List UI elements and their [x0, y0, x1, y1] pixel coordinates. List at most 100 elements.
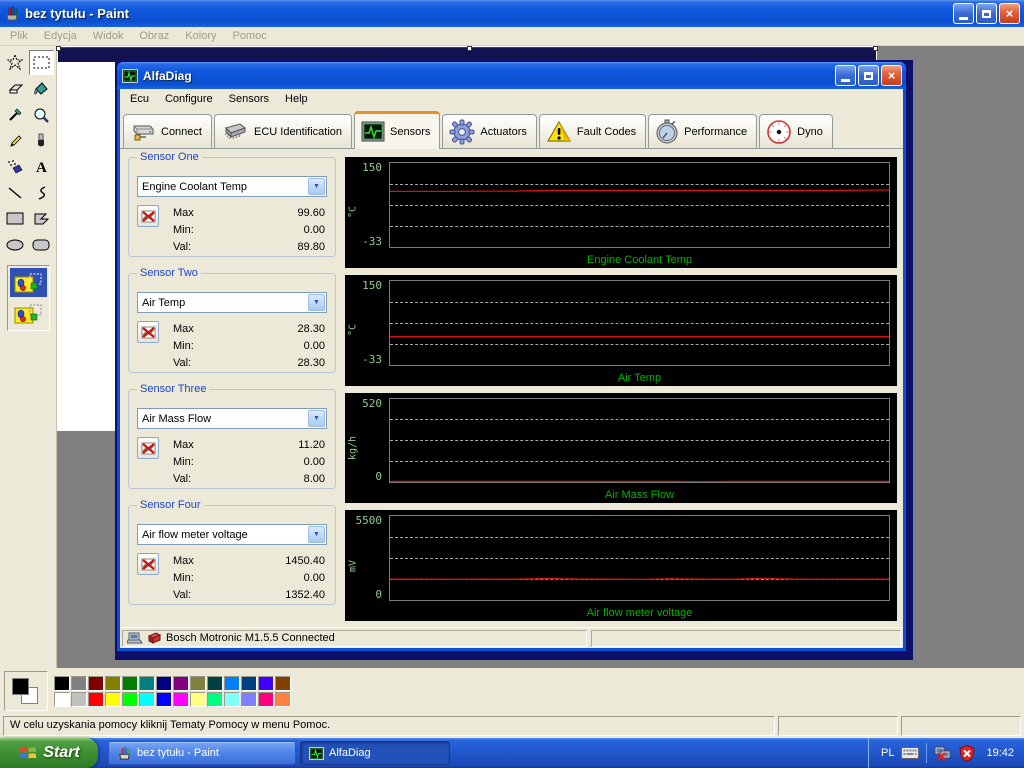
sensor-two-dropdown[interactable]: Air Temp ▼ [137, 292, 327, 313]
palette-swatch[interactable] [275, 692, 291, 707]
tool-airbrush[interactable] [3, 154, 28, 179]
tool-freeform-select[interactable] [3, 50, 28, 75]
palette-swatch[interactable] [275, 676, 291, 691]
tool-brush[interactable] [29, 128, 54, 153]
menu-pomoc[interactable]: Pomoc [224, 28, 274, 44]
tab-performance[interactable]: Performance [648, 114, 757, 148]
toggle-graph-button[interactable] [137, 205, 159, 227]
start-button[interactable]: Start [0, 738, 98, 768]
menu-widok[interactable]: Widok [85, 28, 132, 44]
toggle-graph-button[interactable] [137, 321, 159, 343]
tab-connect[interactable]: Connect [123, 114, 212, 148]
palette-swatch[interactable] [105, 676, 121, 691]
option-transparent-selection[interactable] [10, 299, 47, 328]
paint-minimize-button[interactable] [953, 3, 974, 24]
menu-plik[interactable]: Plik [2, 28, 36, 44]
taskbar-task-paint[interactable]: bez tytułu - Paint [108, 741, 296, 765]
option-opaque-selection[interactable] [10, 268, 47, 297]
start-label: Start [43, 744, 79, 762]
group-label: Sensor Two [137, 267, 201, 279]
toggle-graph-button[interactable] [137, 437, 159, 459]
palette-swatch[interactable] [156, 692, 172, 707]
palette-swatch[interactable] [224, 692, 240, 707]
menu-configure[interactable]: Configure [157, 90, 221, 108]
keyboard-icon[interactable] [901, 747, 919, 759]
tool-text[interactable]: A [29, 154, 54, 179]
tool-pencil[interactable] [3, 128, 28, 153]
palette-swatch[interactable] [173, 692, 189, 707]
tab-ecu-identification[interactable]: ECU Identification [214, 114, 352, 148]
language-indicator[interactable]: PL [881, 747, 894, 759]
sensor-one-dropdown[interactable]: Engine Coolant Temp ▼ [137, 176, 327, 197]
taskbar-task-alfadiag[interactable]: AlfaDiag [300, 741, 450, 765]
palette-swatch[interactable] [71, 676, 87, 691]
palette-swatch[interactable] [258, 692, 274, 707]
tool-magnifier[interactable] [29, 102, 54, 127]
tool-fill[interactable] [29, 76, 54, 101]
windows-logo-icon [18, 743, 38, 763]
menu-sensors[interactable]: Sensors [221, 90, 277, 108]
sensor-three-dropdown[interactable]: Air Mass Flow ▼ [137, 408, 327, 429]
chevron-down-icon[interactable]: ▼ [308, 410, 325, 427]
tool-curve[interactable] [29, 180, 54, 205]
menu-help[interactable]: Help [277, 90, 316, 108]
paint-close-button[interactable]: × [999, 3, 1020, 24]
selection-handle[interactable] [56, 46, 61, 51]
menu-edycja[interactable]: Edycja [36, 28, 85, 44]
tab-label: Sensors [390, 126, 430, 138]
tool-rounded-rectangle[interactable] [29, 232, 54, 257]
tool-line[interactable] [3, 180, 28, 205]
palette-swatch[interactable] [156, 676, 172, 691]
palette-swatch[interactable] [88, 692, 104, 707]
palette-swatch[interactable] [207, 676, 223, 691]
security-alert-icon[interactable] [959, 745, 975, 762]
min-label: Min: [173, 339, 194, 354]
palette-swatch[interactable] [241, 692, 257, 707]
alfadiag-minimize-button[interactable] [835, 65, 856, 86]
alfadiag-maximize-button[interactable] [858, 65, 879, 86]
sensor-four-dropdown[interactable]: Air flow meter voltage ▼ [137, 524, 327, 545]
chevron-down-icon[interactable]: ▼ [308, 294, 325, 311]
palette-swatch[interactable] [139, 676, 155, 691]
current-colors-box[interactable] [4, 671, 48, 711]
palette-swatch[interactable] [173, 676, 189, 691]
palette-swatch[interactable] [71, 692, 87, 707]
tool-select[interactable] [29, 50, 54, 75]
palette-swatch[interactable] [258, 676, 274, 691]
palette-swatch[interactable] [54, 692, 70, 707]
palette-swatch[interactable] [54, 676, 70, 691]
palette-swatch[interactable] [241, 676, 257, 691]
paint-restore-button[interactable] [976, 3, 997, 24]
tab-dyno[interactable]: Dyno [759, 114, 833, 148]
palette-swatch[interactable] [207, 692, 223, 707]
menu-obraz[interactable]: Obraz [131, 28, 177, 44]
palette-swatch[interactable] [224, 676, 240, 691]
menu-ecu[interactable]: Ecu [122, 90, 157, 108]
tab-sensors[interactable]: Sensors [354, 111, 440, 149]
tab-fault-codes[interactable]: Fault Codes [539, 114, 646, 148]
tool-ellipse[interactable] [3, 232, 28, 257]
tool-rectangle[interactable] [3, 206, 28, 231]
palette-swatch[interactable] [122, 692, 138, 707]
menu-kolory[interactable]: Kolory [177, 28, 224, 44]
selection-handle[interactable] [873, 46, 878, 51]
selection-handle[interactable] [467, 46, 472, 51]
val-label: Val: [173, 356, 191, 371]
palette-swatch[interactable] [105, 692, 121, 707]
palette-swatch[interactable] [190, 676, 206, 691]
chevron-down-icon[interactable]: ▼ [308, 178, 325, 195]
tool-polygon[interactable] [29, 206, 54, 231]
paint-menubar: Plik Edycja Widok Obraz Kolory Pomoc [0, 27, 1024, 46]
toggle-graph-button[interactable] [137, 553, 159, 575]
alfadiag-close-button[interactable]: × [881, 65, 902, 86]
tool-eraser[interactable] [3, 76, 28, 101]
palette-swatch[interactable] [88, 676, 104, 691]
palette-swatch[interactable] [190, 692, 206, 707]
chevron-down-icon[interactable]: ▼ [308, 526, 325, 543]
network-offline-icon[interactable] [934, 745, 952, 761]
palette-swatch[interactable] [139, 692, 155, 707]
tool-color-picker[interactable] [3, 102, 28, 127]
tab-actuators[interactable]: Actuators [442, 114, 536, 148]
group-label: Sensor Three [137, 383, 209, 395]
palette-swatch[interactable] [122, 676, 138, 691]
